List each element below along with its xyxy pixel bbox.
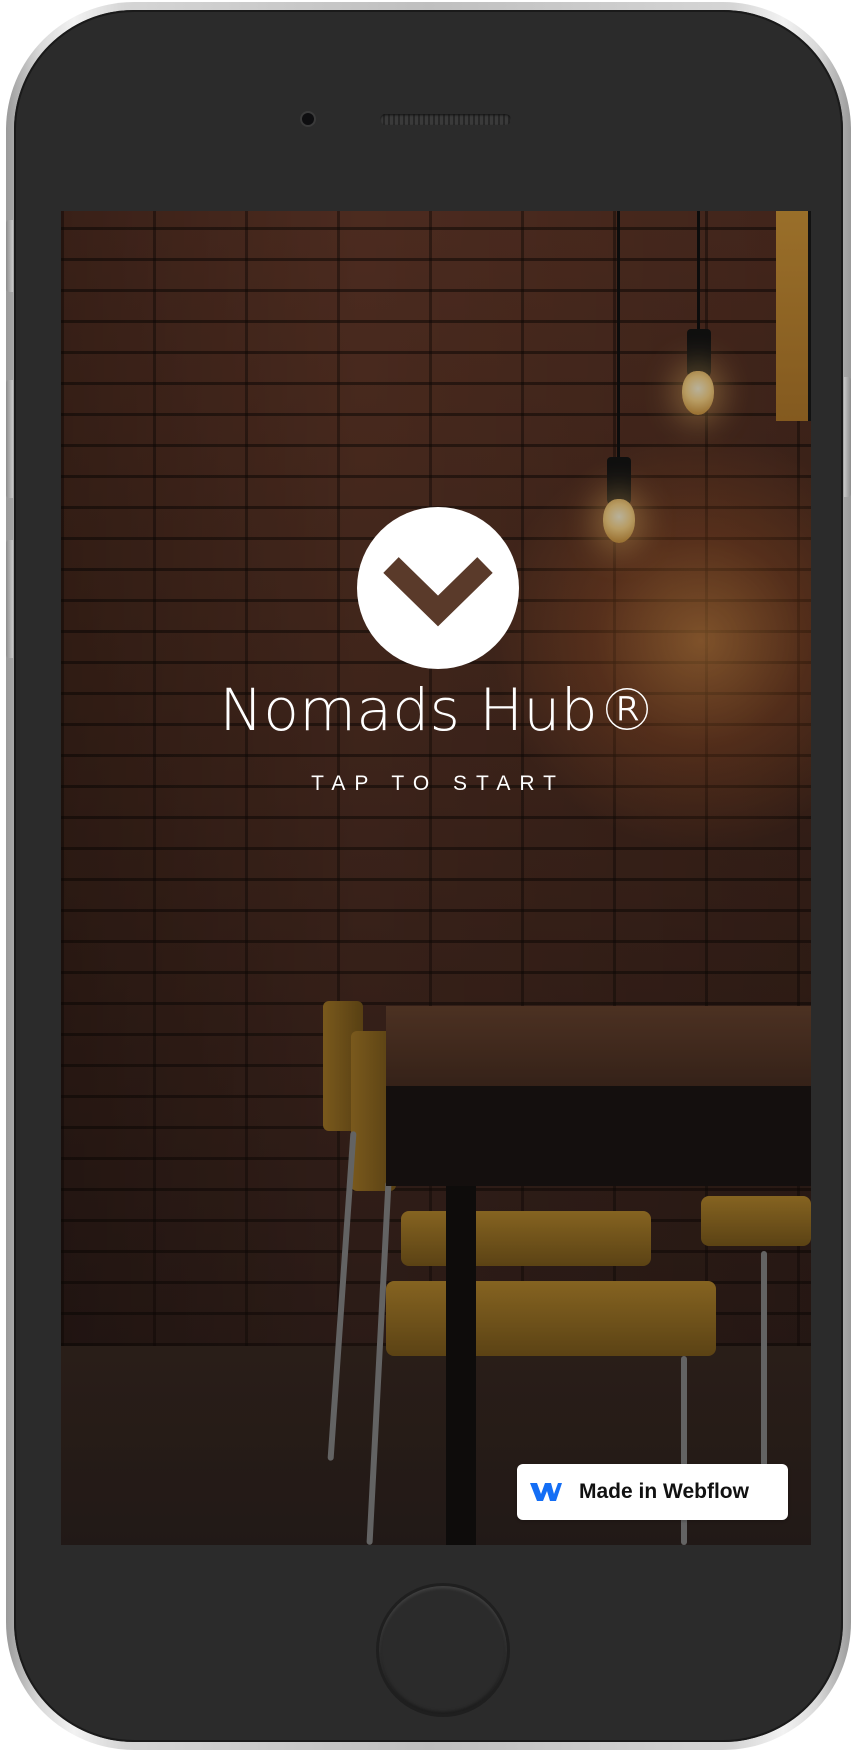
mute-switch bbox=[6, 220, 13, 292]
tap-to-start-link[interactable]: TAP TO START bbox=[61, 771, 811, 797]
badge-label: Made in Webflow bbox=[579, 1480, 749, 1503]
phone-frame: Nomads Hub® TAP TO START Made in Webflow bbox=[6, 2, 851, 1750]
made-in-webflow-badge[interactable]: Made in Webflow bbox=[517, 1464, 788, 1520]
power-button bbox=[844, 377, 851, 497]
earpiece-speaker bbox=[380, 114, 511, 125]
background-overlay bbox=[61, 211, 811, 1545]
volume-up-button bbox=[6, 380, 13, 498]
front-camera bbox=[302, 113, 314, 125]
app-title: Nomads Hub® bbox=[219, 676, 657, 744]
home-button[interactable] bbox=[379, 1586, 507, 1714]
chevron-down-icon bbox=[383, 557, 493, 627]
webflow-logo-icon bbox=[530, 1483, 562, 1501]
app-screen[interactable]: Nomads Hub® TAP TO START Made in Webflow bbox=[61, 211, 811, 1545]
logo-button[interactable] bbox=[357, 507, 519, 669]
volume-down-button bbox=[6, 540, 13, 658]
